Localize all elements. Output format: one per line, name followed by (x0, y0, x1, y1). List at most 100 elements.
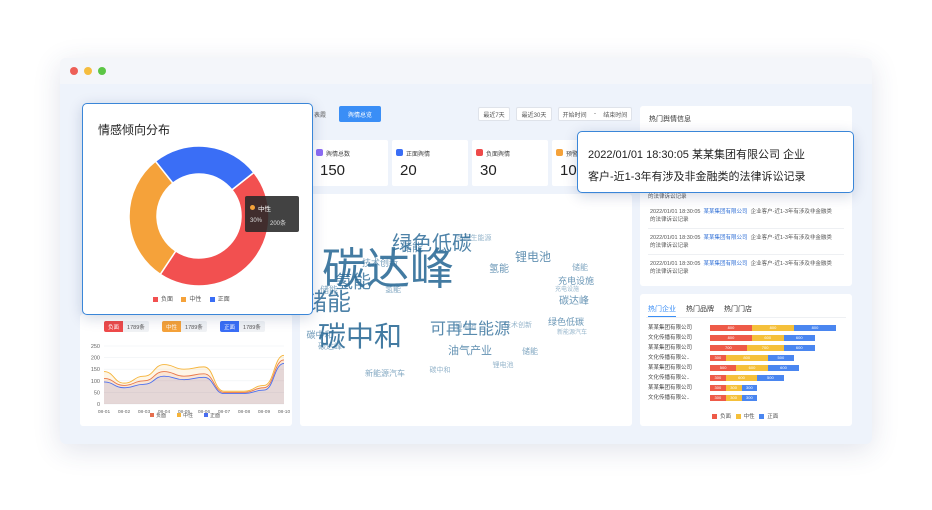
last-30-days-button[interactable]: 最近30天 (516, 107, 552, 121)
bar-segment-正面[interactable]: 300 (741, 395, 758, 401)
tab-hot-stores[interactable]: 热门门店 (724, 304, 752, 314)
bar-segment-正面[interactable]: 800 (794, 325, 836, 331)
bar-category-label: 文化传播有限公.. (648, 395, 690, 401)
wordcloud-word[interactable]: 碳中和 (430, 367, 451, 374)
y-tick-label: 0 (97, 402, 100, 408)
y-tick-label: 50 (94, 390, 100, 396)
sentiment-card: 情感倾向分布 中性 30% 200条 负面 中性 正面 (82, 103, 313, 315)
wordcloud-word[interactable]: 储能 (522, 348, 538, 356)
wordcloud-word[interactable]: 储能 (320, 285, 338, 295)
end-date-label: 结束时间 (603, 112, 628, 119)
bar-segment-负面[interactable]: 300 (710, 395, 726, 401)
wordcloud-word[interactable]: 锂电池 (493, 362, 514, 369)
stat-label: 正面舆情 (406, 152, 431, 158)
start-date-label: 开始时间 (562, 112, 587, 119)
tab-overview[interactable]: 舆情总览 (339, 106, 381, 122)
legend-label: 中性 (183, 412, 193, 419)
popup-line-2: 客户-近1-3年有涉及非金融类的法律诉讼记录 (588, 171, 806, 183)
stat-label: 负面舆情 (486, 152, 511, 158)
wordcloud-word[interactable]: 油气产业 (448, 345, 492, 357)
bar-segment-负面[interactable]: 800 (710, 335, 752, 341)
bar-segment-正面[interactable]: 500 (757, 375, 784, 381)
tag-positive[interactable]: 正面 1789条 (220, 321, 265, 332)
stat-card-negative: 负面舆情 30 (472, 140, 548, 186)
wordcloud-word[interactable]: 锂电池 (456, 324, 477, 331)
wordcloud-word[interactable]: 锂电池 (515, 251, 551, 263)
legend-label: 正面 (210, 413, 220, 419)
last-7-days-button[interactable]: 最近7天 (478, 107, 510, 121)
wordcloud-word[interactable]: 充电设施 (555, 287, 579, 293)
bar-row: 文化传播有限公.. 300 600 500 (640, 374, 852, 382)
bar-segment-正面[interactable]: 600 (783, 335, 815, 341)
bar-segment-负面[interactable]: 300 (710, 385, 726, 391)
tooltip-dot-icon (250, 205, 255, 210)
wordcloud-word[interactable]: 新能源汽车 (557, 330, 587, 336)
wordcloud-word[interactable]: 氢能 (335, 273, 371, 291)
wordcloud-word[interactable]: 碳达峰 (559, 297, 589, 307)
wordcloud-word[interactable]: 储能 (401, 242, 423, 254)
legend-swatch (150, 413, 154, 417)
date-range-picker[interactable]: 开始时间 - 结束时间 (558, 107, 632, 121)
news-item[interactable]: 2022/01/01 18:30:05 某某集团有限公司 企业客户-近1-3年有… (650, 260, 850, 276)
bar-segment-中性[interactable]: 600 (752, 335, 784, 341)
wordcloud-word[interactable]: 技术创新 (362, 258, 398, 268)
wordcloud-word[interactable]: 碳中和 (307, 330, 334, 340)
bar-segment-负面[interactable]: 500 (710, 365, 737, 371)
tab-hot-companies[interactable]: 热门企业 (648, 304, 676, 317)
wordcloud-word[interactable]: 储能 (572, 264, 588, 272)
bar-segment-负面[interactable]: 300 (710, 375, 726, 381)
bar-segment-中性[interactable]: 600 (736, 365, 768, 371)
bar-segment-正面[interactable]: 600 (767, 365, 800, 371)
tab-hot-brands[interactable]: 热门品牌 (686, 304, 714, 314)
x-tick-label: 08-09 (258, 409, 271, 415)
bar-segment-正面[interactable]: 300 (741, 385, 758, 391)
wordcloud-word[interactable]: 可再生能源 (457, 235, 492, 242)
stacked-bar-chart: 某某集团有限公司 800 800 800 文化传播有限公司 800 600 600 某某集团有限… (640, 324, 852, 408)
bar-segment-中性[interactable]: 700 (746, 345, 784, 351)
close-window-dot[interactable] (70, 67, 78, 75)
wordcloud-word[interactable]: 新能源汽车 (365, 370, 405, 378)
bar-segment-中性[interactable]: 300 (725, 395, 742, 401)
y-tick-label: 100 (91, 379, 100, 385)
ranking-legend: 负面 中性 正面 (712, 412, 778, 420)
bar-segment-正面[interactable]: 600 (783, 345, 815, 351)
legend-positive-swatch (209, 296, 215, 302)
minimize-window-dot[interactable] (84, 67, 92, 75)
bar-category-label: 文化传播有限公司 (648, 335, 693, 341)
maximize-window-dot[interactable] (98, 67, 106, 75)
news-company-link[interactable]: 某某集团有限公司 (704, 209, 748, 215)
bar-row: 某某集团有限公司 500 600 600 (640, 364, 852, 372)
bar-segment-中性[interactable]: 600 (725, 375, 758, 381)
tag-negative[interactable]: 负面 1789条 (104, 321, 149, 332)
wordcloud-word[interactable]: 充电设施 (558, 276, 594, 286)
bar-segment-负面[interactable]: 300 (710, 355, 726, 361)
x-tick-label: 08-10 (278, 409, 291, 415)
bar-category-label: 某某集团有限公司 (648, 365, 693, 371)
news-company-link[interactable]: 某某集团有限公司 (704, 261, 748, 267)
wordcloud-word[interactable]: 氢能 (489, 265, 509, 275)
news-item[interactable]: 2022/01/01 18:30:05 某某集团有限公司 企业客户-近1-3年有… (650, 234, 850, 250)
news-item[interactable]: 2022/01/01 18:30:05 某某集团有限公司 企业客户-近1-3年有… (650, 208, 850, 224)
wordcloud-word[interactable]: 碳达峰 (318, 343, 342, 351)
wordcloud-word[interactable]: 绿色低碳 (548, 317, 584, 327)
bar-segment-中性[interactable]: 300 (725, 385, 742, 391)
title-bar (60, 58, 872, 84)
wordcloud-word[interactable]: 氢能 (385, 286, 401, 294)
bar-row: 某某集团有限公司 700 700 600 (640, 344, 852, 352)
bar-category-label: 某某集团有限公司 (648, 345, 693, 351)
news-company-link[interactable]: 某某集团有限公司 (704, 235, 748, 241)
legend-neutral-swatch (735, 414, 741, 420)
divider (646, 317, 846, 318)
bar-segment-正面[interactable]: 500 (767, 355, 794, 361)
stat-value: 30 (480, 162, 497, 179)
legend-swatch (177, 413, 181, 417)
news-popup-card[interactable]: 2022/01/01 18:30:05 某某集团有限公司 企业 客户-近1-3年… (577, 131, 854, 193)
tag-neutral[interactable]: 中性 1789条 (162, 321, 207, 332)
bar-segment-负面[interactable]: 800 (710, 325, 752, 331)
bar-segment-中性[interactable]: 800 (725, 355, 768, 361)
popup-line-1: 2022/01/01 18:30:05 某某集团有限公司 企业 (588, 149, 806, 161)
wordcloud-word[interactable]: 技术创新 (504, 322, 532, 329)
bar-segment-负面[interactable]: 700 (710, 345, 747, 351)
news-partial-line: 的法律诉讼记录 (648, 194, 687, 200)
bar-segment-中性[interactable]: 800 (752, 325, 794, 331)
